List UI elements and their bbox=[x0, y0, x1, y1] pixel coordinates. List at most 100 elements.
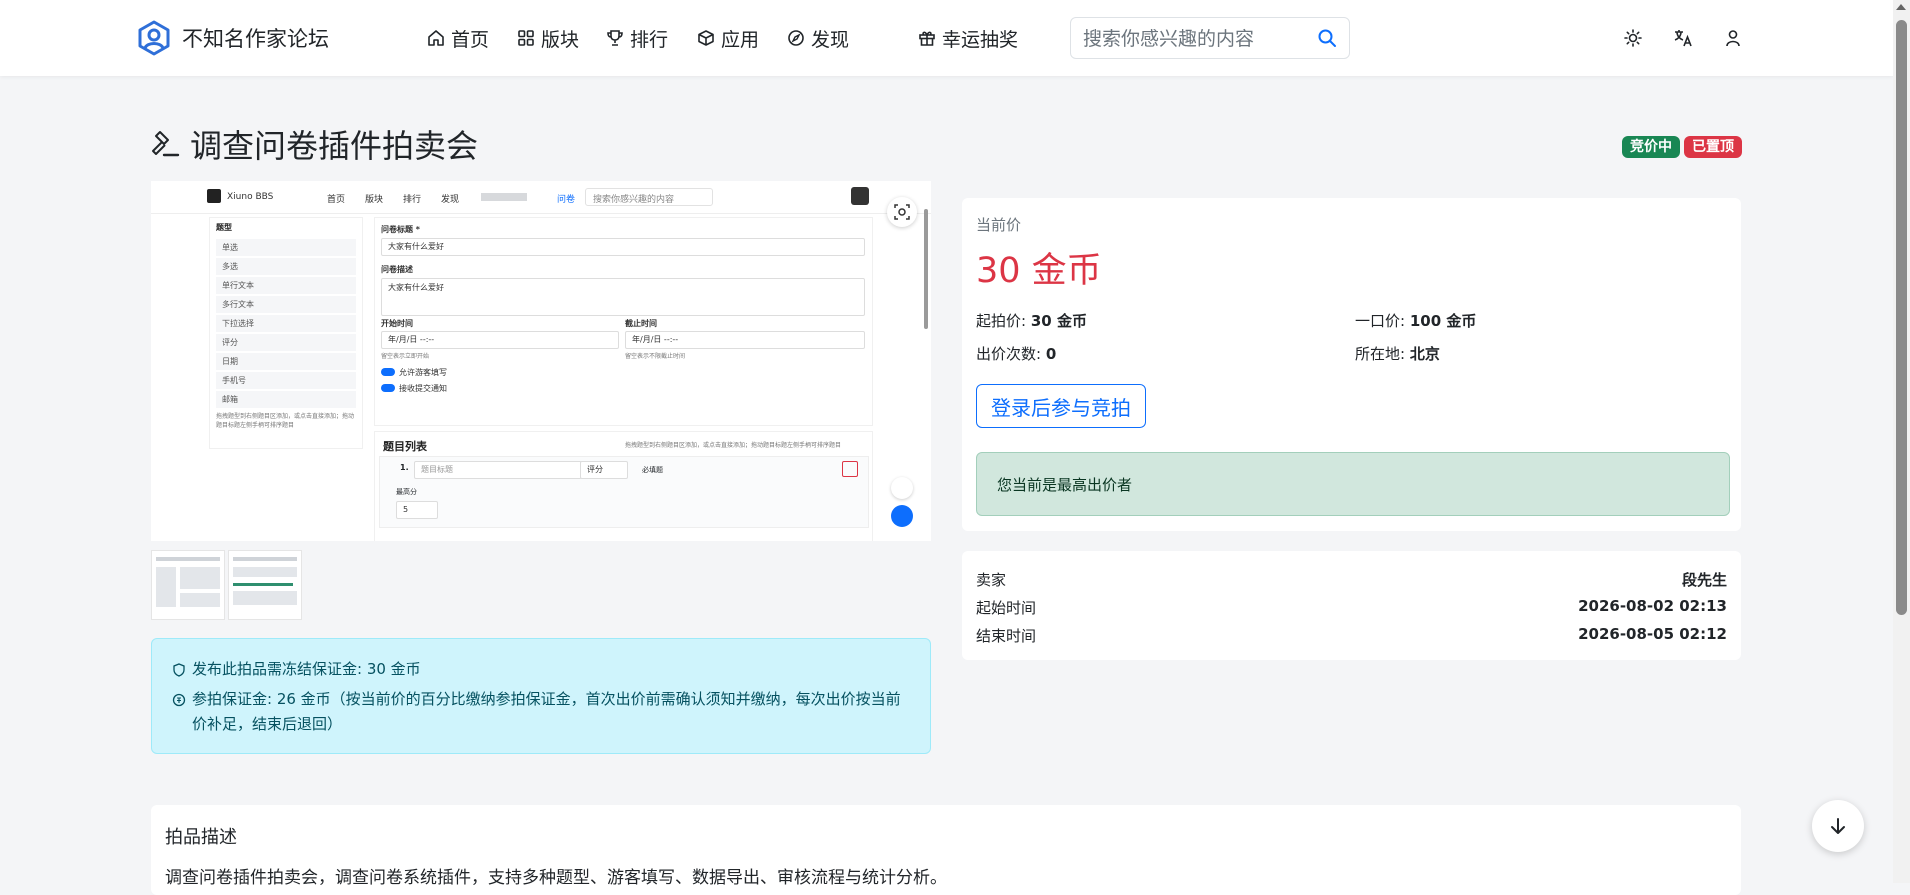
preview-toggle1-label: 允许游客填写 bbox=[399, 368, 447, 377]
buyout-price: 一口价: 100 金币 bbox=[1355, 310, 1476, 331]
preview-title-field: 大家有什么爱好 bbox=[381, 238, 865, 256]
preview-start-label: 开始时间 bbox=[381, 319, 413, 328]
box-icon bbox=[698, 30, 714, 46]
preview-desc-label: 问卷描述 bbox=[381, 265, 413, 274]
description-text: 调查问卷插件拍卖会，调查问卷系统插件，支持多种题型、游客填写、数据导出、审核流程… bbox=[165, 868, 947, 888]
page-scrollbar[interactable] bbox=[1893, 0, 1910, 883]
nav-ranking[interactable]: 排行 bbox=[606, 24, 668, 52]
current-price: 30 金币 bbox=[976, 251, 1102, 291]
auction-meta-card: 卖家 段先生 起始时间 2026-08-02 02:13 结束时间 2026-0… bbox=[962, 551, 1741, 660]
preview-q-max-value: 5 bbox=[396, 501, 438, 519]
preview-nav-ranking: 排行 bbox=[403, 195, 422, 205]
preview-question-list: 题目列表 拖拽题型到右侧题目区添加，或点击直接添加；拖动题目标题左侧手柄可排序题… bbox=[374, 431, 873, 541]
buyout-price-label: 一口价: bbox=[1355, 312, 1406, 330]
end-time-value: 2026-08-05 02:12 bbox=[1578, 625, 1727, 643]
preview-logo-icon bbox=[207, 189, 221, 203]
translate-icon[interactable] bbox=[1673, 28, 1693, 48]
nav-discover[interactable]: 发现 bbox=[787, 24, 849, 52]
thumbnail-1[interactable] bbox=[151, 550, 225, 620]
nav-discover-label: 发现 bbox=[811, 28, 850, 51]
preview-edit-icon bbox=[891, 505, 913, 527]
deposit-line-2: 参拍保证金: 26 金币（按当前价的百分比缴纳参拍保证金，首次出价前需确认须知并… bbox=[172, 687, 912, 737]
start-time-label: 起始时间 bbox=[976, 599, 1037, 617]
preview-q-required: 必填题 bbox=[642, 466, 663, 474]
preview-list-title: 题目列表 bbox=[383, 440, 427, 453]
seller-label: 卖家 bbox=[976, 571, 1007, 589]
price-card: 当前价 30 金币 起拍价: 30 金币 一口价: 100 金币 出价次数: 0… bbox=[962, 198, 1741, 531]
top-navbar: 不知名作家论坛 首页 版块 排行 应用 发现 幸运抽奖 bbox=[0, 0, 1893, 76]
preview-scrollbar bbox=[924, 209, 928, 329]
scroll-to-bottom-button[interactable] bbox=[1812, 800, 1864, 852]
preview-side-title: 题型 bbox=[216, 223, 232, 232]
nav-home-label: 首页 bbox=[451, 28, 490, 51]
start-price-value: 30 金币 bbox=[1030, 312, 1087, 330]
preview-question-card: 1. 题目标题 评分 必填题 最高分 5 bbox=[379, 456, 869, 528]
preview-blurred-item bbox=[481, 193, 527, 201]
arrow-down-icon bbox=[1831, 818, 1845, 834]
shield-icon bbox=[173, 663, 185, 677]
start-time-value: 2026-08-02 02:13 bbox=[1578, 597, 1727, 615]
preview-nav-home: 首页 bbox=[327, 195, 346, 205]
preview-type-sidebar: 题型 单选 多选 单行文本 多行文本 下拉选择 评分 日期 手机号 邮箱 拖拽题… bbox=[209, 217, 363, 449]
location-value: 北京 bbox=[1409, 345, 1440, 363]
login-to-bid-button[interactable]: 登录后参与竞拍 bbox=[976, 384, 1146, 428]
highest-bidder-alert: 您当前是最高出价者 bbox=[976, 452, 1730, 516]
preview-desc-field: 大家有什么爱好 bbox=[381, 278, 865, 316]
bid-count: 出价次数: 0 bbox=[976, 343, 1056, 364]
nav-home[interactable]: 首页 bbox=[427, 24, 489, 52]
preview-search-text: 搜索你感兴趣的内容 bbox=[593, 195, 675, 205]
status-badge-pinned: 已置顶 bbox=[1684, 136, 1742, 158]
product-image-preview[interactable]: Xiuno BBS 首页 版块 排行 发现 问卷 搜索你感兴趣的内容 题型 单选… bbox=[151, 181, 931, 541]
preview-end-hint: 留空表示不限截止时间 bbox=[625, 353, 686, 360]
user-icon[interactable] bbox=[1723, 28, 1743, 48]
seller-value[interactable]: 段先生 bbox=[1682, 569, 1727, 590]
end-time-label: 结束时间 bbox=[976, 627, 1037, 645]
brand[interactable]: 不知名作家论坛 bbox=[136, 18, 329, 58]
nav-lottery[interactable]: 幸运抽奖 bbox=[918, 24, 1018, 52]
location-label: 所在地: bbox=[1355, 345, 1406, 363]
deposit-freeze-text: 发布此拍品需冻结保证金: 30 金币 bbox=[192, 660, 421, 678]
grid-icon bbox=[518, 30, 534, 46]
current-price-label: 当前价 bbox=[976, 216, 1022, 234]
preview-scroll-down-icon bbox=[891, 477, 913, 499]
preview-q-number: 1. bbox=[400, 463, 409, 472]
scrollbar-thumb[interactable] bbox=[1896, 20, 1907, 615]
nav-apps[interactable]: 应用 bbox=[697, 24, 759, 52]
start-price: 起拍价: 30 金币 bbox=[976, 310, 1087, 331]
search-input[interactable] bbox=[1081, 25, 1305, 53]
preview-toggle1 bbox=[381, 368, 395, 376]
preview-end-field: 年/月/日 --:-- bbox=[625, 331, 865, 349]
preview-toggle2 bbox=[381, 384, 395, 392]
preview-navbar: Xiuno BBS 首页 版块 排行 发现 问卷 搜索你感兴趣的内容 bbox=[151, 181, 931, 214]
thumbnail-2[interactable] bbox=[228, 550, 302, 620]
preview-nav-discover: 发现 bbox=[441, 195, 460, 205]
nav-lottery-label: 幸运抽奖 bbox=[942, 28, 1019, 51]
preview-side-item: 日期 bbox=[216, 353, 356, 370]
home-icon bbox=[428, 30, 444, 46]
deposit-bid-text: 参拍保证金: 26 金币（按当前价的百分比缴纳参拍保证金，首次出价前需确认须知并… bbox=[192, 690, 901, 733]
gavel-icon bbox=[152, 131, 180, 157]
preview-nav-active: 问卷 bbox=[557, 195, 576, 205]
sun-icon[interactable] bbox=[1623, 28, 1643, 48]
compass-icon bbox=[788, 30, 804, 46]
scroll-up-arrow-icon[interactable] bbox=[1896, 4, 1906, 10]
description-card: 拍品描述 调查问卷插件拍卖会，调查问卷系统插件，支持多种题型、游客填写、数据导出… bbox=[151, 805, 1741, 895]
location: 所在地: 北京 bbox=[1355, 343, 1440, 364]
preview-side-item: 手机号 bbox=[216, 372, 356, 389]
nav-forums[interactable]: 版块 bbox=[517, 24, 579, 52]
preview-side-item: 多选 bbox=[216, 258, 356, 275]
preview-zoom-icon[interactable] bbox=[887, 197, 917, 227]
search-icon[interactable] bbox=[1317, 28, 1337, 48]
preview-side-item: 邮箱 bbox=[216, 391, 356, 408]
preview-q-type: 评分 bbox=[580, 461, 628, 479]
preview-side-item: 下拉选择 bbox=[216, 315, 356, 332]
logo-icon bbox=[138, 20, 170, 56]
search-box bbox=[1070, 17, 1350, 59]
status-badge-bidding: 竞价中 bbox=[1622, 136, 1680, 158]
preview-delete-icon bbox=[842, 461, 858, 477]
preview-start-hint: 留空表示立即开始 bbox=[381, 353, 430, 360]
nav-forums-label: 版块 bbox=[541, 28, 580, 51]
page-title: 调查问卷插件拍卖会 bbox=[150, 122, 478, 166]
coin-icon bbox=[172, 693, 186, 707]
start-price-label: 起拍价: bbox=[976, 312, 1027, 330]
